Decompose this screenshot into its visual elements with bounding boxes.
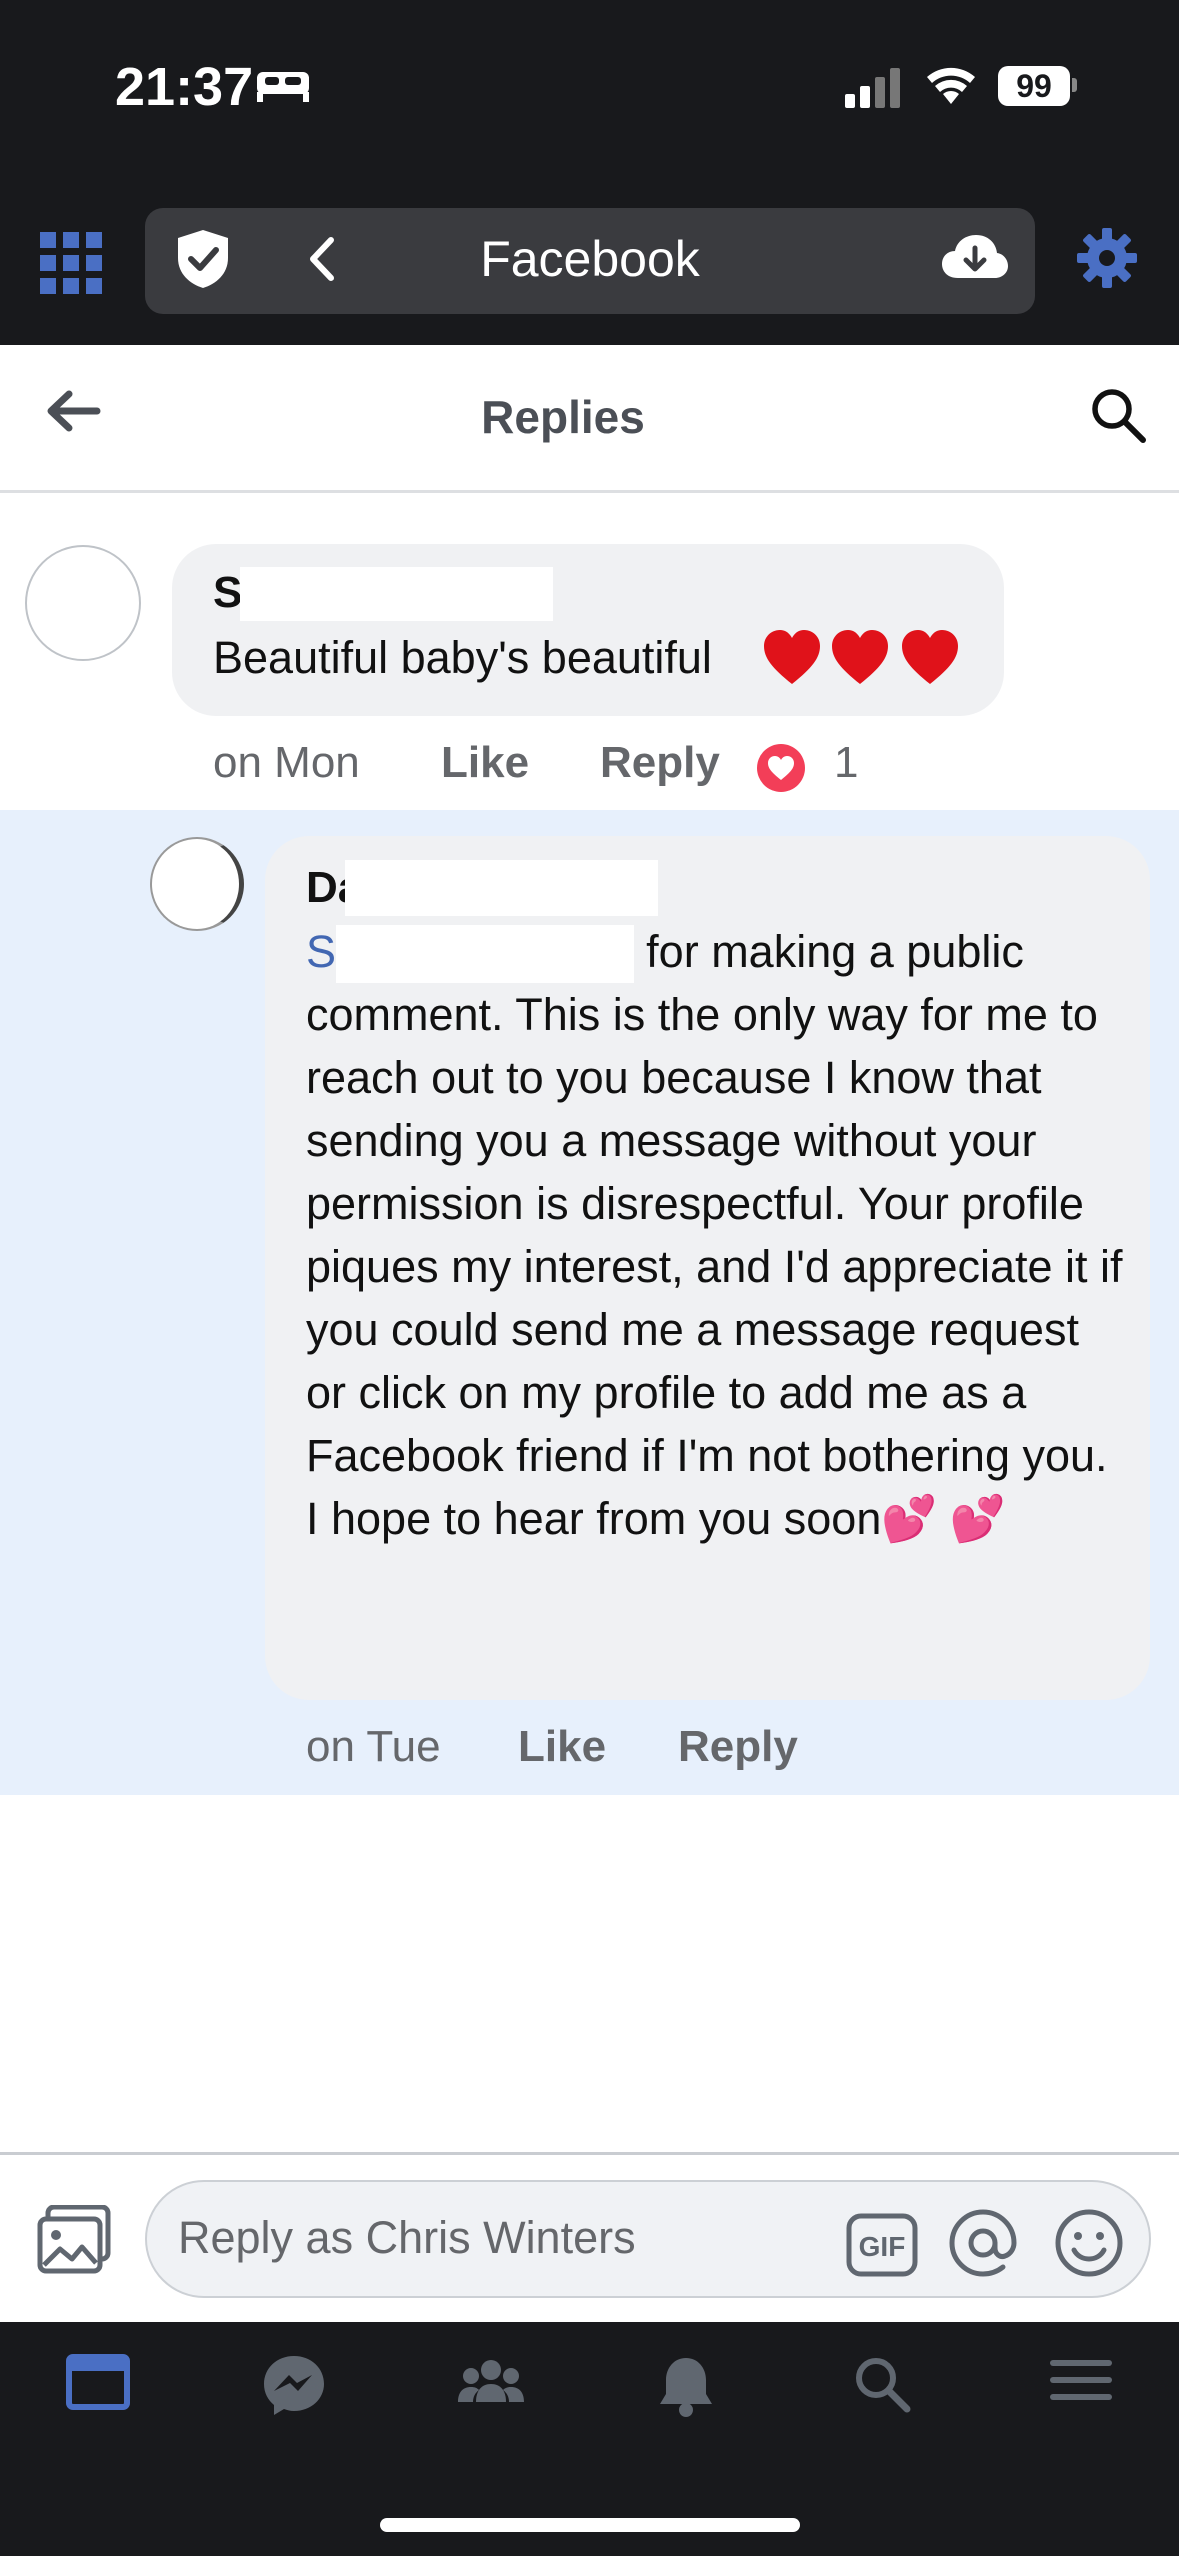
url-title[interactable]: Facebook [145, 230, 1035, 288]
page-title: Replies [481, 391, 645, 443]
wifi-icon [925, 62, 977, 111]
signal-icon [843, 66, 903, 113]
love-reaction-icon[interactable] [755, 742, 807, 799]
menu-icon[interactable] [1048, 2354, 1114, 2411]
svg-text:GIF: GIF [859, 2231, 906, 2262]
pink-hearts-emoji: 💕 💕 [881, 1493, 1006, 1544]
redaction-box [345, 860, 658, 916]
search-icon[interactable] [1088, 385, 1148, 450]
reply-placeholder[interactable]: Reply as Chris Winters [178, 2212, 636, 2264]
notifications-bell-icon[interactable] [656, 2354, 716, 2423]
bed-icon [255, 64, 311, 109]
status-time: 21:37 [115, 57, 254, 117]
mention-link[interactable]: S [306, 926, 336, 977]
cloud-download-icon[interactable] [940, 232, 1010, 287]
apps-grid-icon[interactable] [38, 230, 104, 301]
commenter-name[interactable]: S [213, 568, 242, 618]
search-nav-icon[interactable] [852, 2354, 912, 2419]
messenger-icon[interactable] [262, 2354, 326, 2421]
redaction-box [336, 925, 634, 983]
redaction-box [240, 567, 553, 621]
reply-button[interactable]: Reply [600, 738, 720, 788]
reply-button[interactable]: Reply [678, 1722, 798, 1772]
avatar[interactable] [25, 545, 141, 661]
red-hearts-emoji [762, 628, 962, 693]
comment-body: Hi, I apologize for making a public comm… [306, 926, 1123, 1544]
groups-icon[interactable] [456, 2354, 526, 2415]
avatar[interactable] [150, 837, 244, 931]
mention-icon[interactable] [948, 2208, 1018, 2283]
photo-icon[interactable] [36, 2204, 112, 2280]
comment-timestamp: on Mon [213, 738, 360, 787]
comment-text: S Hi, I apologize for making a public co… [306, 920, 1126, 1550]
battery-indicator: 99 [998, 66, 1070, 106]
home-indicator[interactable] [380, 2518, 800, 2532]
news-feed-icon[interactable] [66, 2354, 130, 2415]
comment-timestamp: on Tue [306, 1722, 441, 1771]
emoji-icon[interactable] [1054, 2208, 1124, 2283]
reaction-count[interactable]: 1 [834, 738, 858, 788]
gif-icon[interactable]: GIF [846, 2213, 918, 2282]
like-button[interactable]: Like [441, 738, 529, 788]
gear-icon[interactable] [1075, 226, 1139, 295]
like-button[interactable]: Like [518, 1722, 606, 1772]
battery-tip [1072, 78, 1077, 92]
comment-text: Beautiful baby's beautiful [213, 632, 712, 683]
